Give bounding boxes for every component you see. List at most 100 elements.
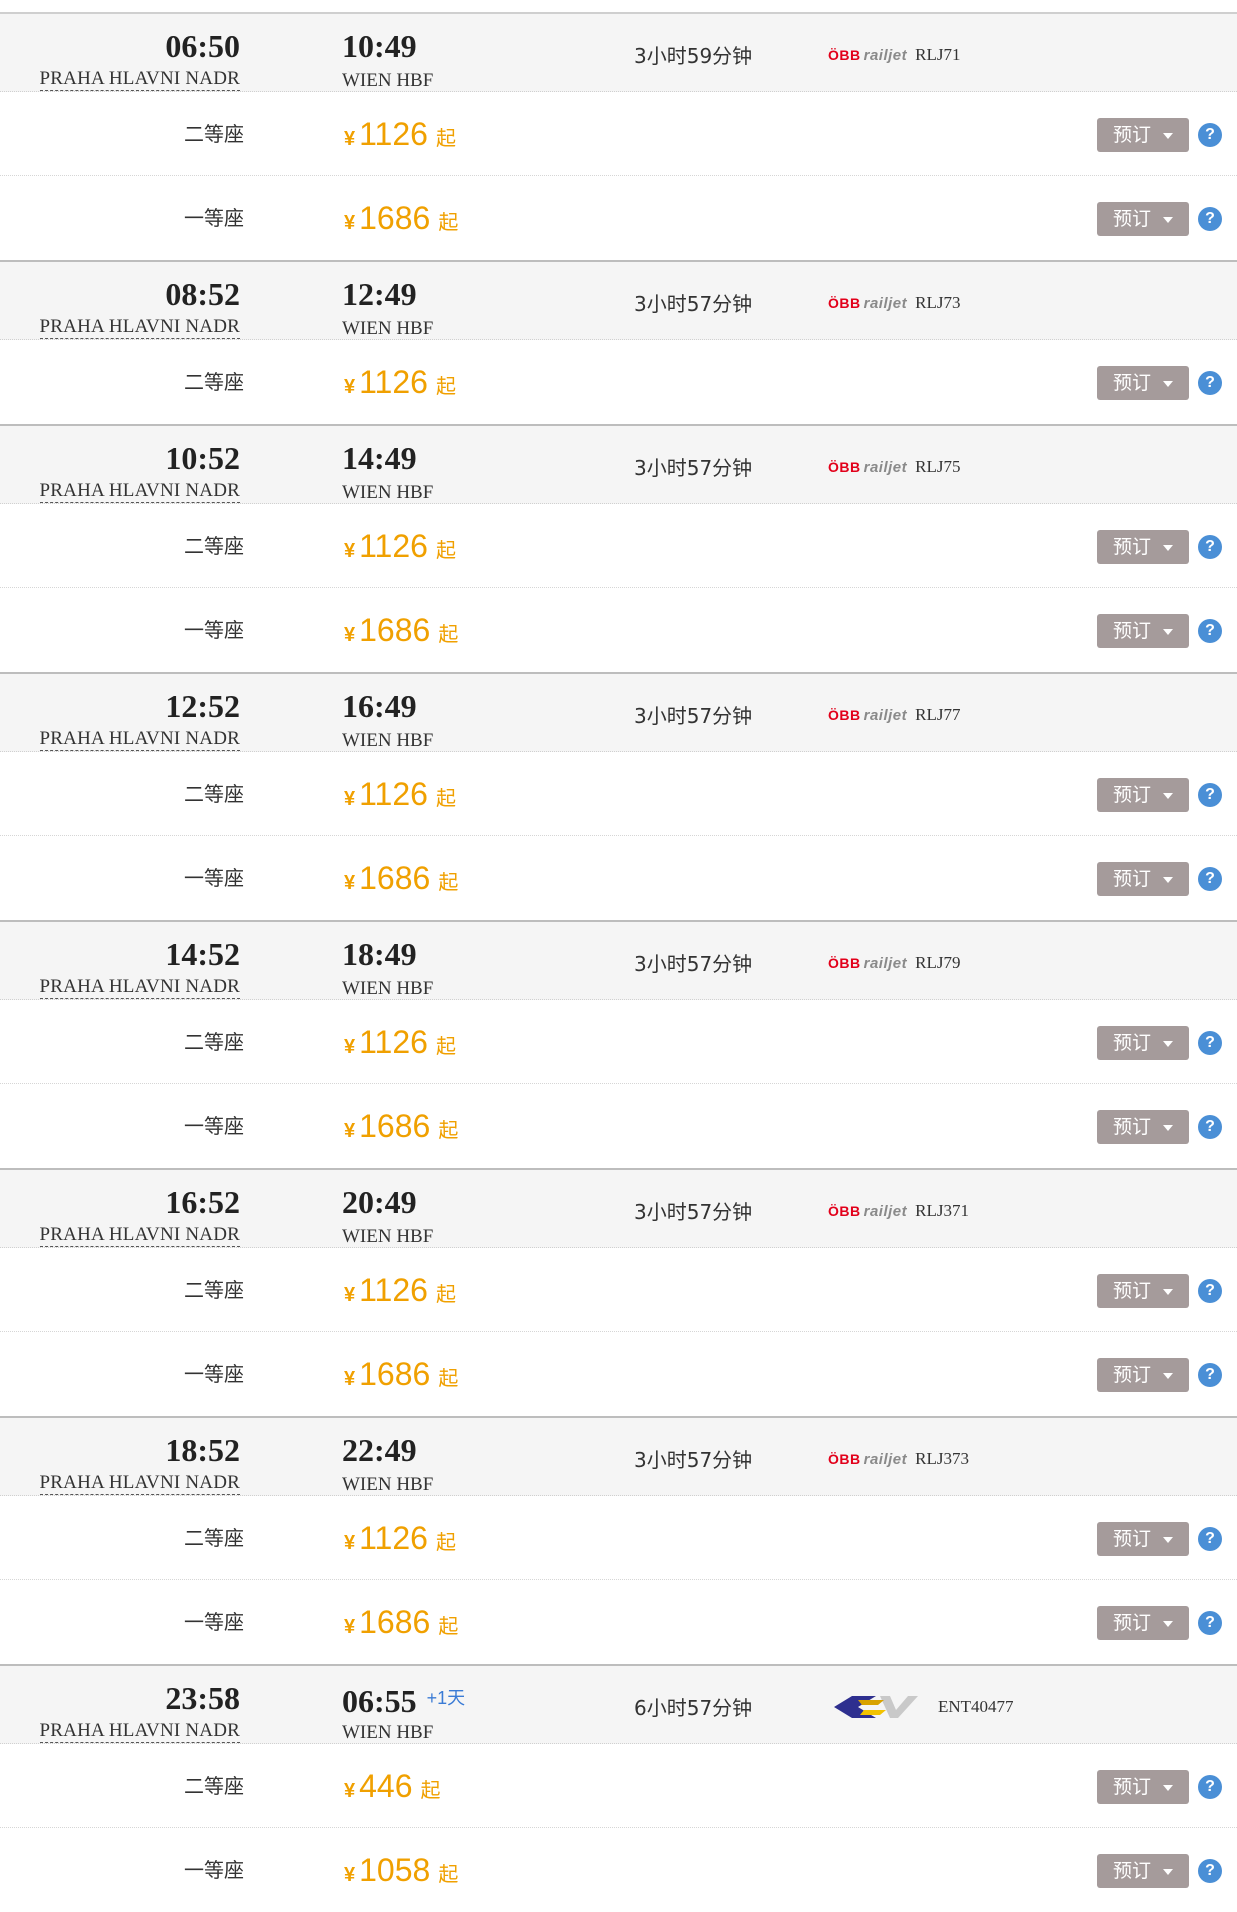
arrival-station: WIEN HBF — [342, 318, 434, 339]
currency-symbol: ¥ — [344, 212, 356, 234]
help-icon[interactable]: ? — [1198, 1859, 1222, 1883]
departure-station-link[interactable]: PRAHA HLAVNI NADR — [39, 976, 240, 999]
currency-symbol: ¥ — [344, 1368, 356, 1390]
seat-price: ¥1686 起 — [344, 1354, 458, 1401]
book-button[interactable]: 预订 — [1097, 1026, 1189, 1060]
book-button[interactable]: 预订 — [1097, 862, 1189, 896]
arrival-station: WIEN HBF — [342, 1474, 434, 1495]
caret-down-icon — [1163, 133, 1173, 139]
price-from-suffix: 起 — [435, 126, 456, 150]
seat-price: ¥1126 起 — [344, 1518, 456, 1565]
help-icon[interactable]: ? — [1198, 1611, 1222, 1635]
book-button[interactable]: 预订 — [1097, 1854, 1189, 1888]
trip-duration: 3小时57分钟 — [634, 292, 753, 316]
departure-time: 14:52 — [165, 936, 240, 972]
book-button[interactable]: 预订 — [1097, 366, 1189, 400]
help-icon[interactable]: ? — [1198, 535, 1222, 559]
book-button[interactable]: 预订 — [1097, 1522, 1189, 1556]
obb-railjet-logo-icon: ÖBB railjet — [828, 1203, 907, 1220]
book-button[interactable]: 预订 — [1097, 202, 1189, 236]
seat-price: ¥1686 起 — [344, 610, 458, 657]
price-amount: 1126 — [359, 1272, 428, 1308]
book-button[interactable]: 预订 — [1097, 778, 1189, 812]
caret-down-icon — [1163, 793, 1173, 799]
railjet-logo-text: railjet — [863, 294, 908, 312]
ent-operator-logo-icon — [834, 1696, 918, 1718]
help-icon[interactable]: ? — [1198, 1527, 1222, 1551]
book-button-label: 预订 — [1113, 208, 1152, 230]
price-from-suffix: 起 — [438, 1118, 459, 1142]
departure-station-link[interactable]: PRAHA HLAVNI NADR — [39, 728, 240, 751]
departure-station-link[interactable]: PRAHA HLAVNI NADR — [39, 1224, 240, 1247]
arrival-station: WIEN HBF — [342, 978, 434, 999]
seat-option-row: 二等座 ¥1126 起 预订? — [0, 1248, 1237, 1332]
help-icon[interactable]: ? — [1198, 1031, 1222, 1055]
train-header-row: 08:52 PRAHA HLAVNI NADR 12:49 WIEN HBF 3小时57… — [0, 260, 1237, 340]
help-icon[interactable]: ? — [1198, 1775, 1222, 1799]
currency-symbol: ¥ — [344, 788, 356, 810]
book-button[interactable]: 预订 — [1097, 530, 1189, 564]
operator-info: ÖBB railjet RLJ373 — [828, 1446, 969, 1472]
departure-station-link[interactable]: PRAHA HLAVNI NADR — [39, 1472, 240, 1495]
obb-logo-text: ÖBB — [828, 1203, 861, 1219]
railjet-logo-text: railjet — [863, 1202, 908, 1220]
seat-option-row: 一等座 ¥1686 起 预订? — [0, 588, 1237, 672]
book-button[interactable]: 预订 — [1097, 1606, 1189, 1640]
seat-price: ¥1126 起 — [344, 114, 456, 161]
arrival-time: 18:49 — [342, 936, 417, 972]
book-button[interactable]: 预订 — [1097, 1274, 1189, 1308]
help-icon[interactable]: ? — [1198, 207, 1222, 231]
seat-option-row: 一等座 ¥1686 起 预订? — [0, 1332, 1237, 1416]
seat-price: ¥1126 起 — [344, 1022, 456, 1069]
obb-logo-text: ÖBB — [828, 707, 861, 723]
arrival-time: 10:49 — [342, 28, 417, 64]
obb-logo-text: ÖBB — [828, 459, 861, 475]
seat-option-row: 二等座 ¥1126 起 预订? — [0, 1000, 1237, 1084]
book-button-label: 预订 — [1113, 1116, 1152, 1138]
currency-symbol: ¥ — [344, 1120, 356, 1142]
obb-railjet-logo-icon: ÖBB railjet — [828, 459, 907, 476]
seat-price: ¥1686 起 — [344, 1602, 458, 1649]
trip-duration: 3小时57分钟 — [634, 952, 753, 976]
arrival-time: 16:49 — [342, 688, 417, 724]
arrival-station: WIEN HBF — [342, 70, 434, 91]
departure-station: PRAHA HLAVNI NADR — [30, 1224, 240, 1247]
book-button[interactable]: 预订 — [1097, 1110, 1189, 1144]
operator-info: ÖBB railjet RLJ77 — [828, 702, 961, 728]
price-from-suffix: 起 — [438, 210, 459, 234]
departure-station-link[interactable]: PRAHA HLAVNI NADR — [39, 316, 240, 339]
arrival-time: 06:55 +1天 — [342, 1680, 465, 1719]
currency-symbol: ¥ — [344, 1284, 356, 1306]
seat-price: ¥1126 起 — [344, 526, 456, 573]
help-icon[interactable]: ? — [1198, 1363, 1222, 1387]
help-icon[interactable]: ? — [1198, 867, 1222, 891]
operator-info: ÖBB railjet RLJ71 — [828, 42, 961, 68]
price-from-suffix: 起 — [435, 374, 456, 398]
help-icon[interactable]: ? — [1198, 619, 1222, 643]
train-number: RLJ75 — [915, 457, 961, 476]
book-button[interactable]: 预订 — [1097, 118, 1189, 152]
book-button[interactable]: 预订 — [1097, 614, 1189, 648]
trip-duration: 3小时57分钟 — [634, 704, 753, 728]
operator-info: ÖBB railjet RLJ73 — [828, 290, 961, 316]
seat-option-row: 一等座 ¥1686 起 预订? — [0, 1580, 1237, 1664]
book-button-label: 预订 — [1113, 868, 1152, 890]
help-icon[interactable]: ? — [1198, 123, 1222, 147]
departure-station-link[interactable]: PRAHA HLAVNI NADR — [39, 480, 240, 503]
book-button[interactable]: 预订 — [1097, 1358, 1189, 1392]
train-number: RLJ371 — [915, 1201, 969, 1220]
price-amount: 1686 — [359, 1108, 431, 1144]
departure-station-link[interactable]: PRAHA HLAVNI NADR — [39, 1720, 240, 1743]
price-from-suffix: 起 — [438, 870, 459, 894]
book-button[interactable]: 预订 — [1097, 1770, 1189, 1804]
help-icon[interactable]: ? — [1198, 371, 1222, 395]
train-header-row: 06:50 PRAHA HLAVNI NADR 10:49 WIEN HBF 3小时59… — [0, 12, 1237, 92]
seat-option-row: 一等座 ¥1686 起 预订? — [0, 176, 1237, 260]
railjet-logo-text: railjet — [863, 458, 908, 476]
help-icon[interactable]: ? — [1198, 1279, 1222, 1303]
departure-station-link[interactable]: PRAHA HLAVNI NADR — [39, 68, 240, 91]
help-icon[interactable]: ? — [1198, 783, 1222, 807]
price-amount: 1126 — [359, 116, 428, 152]
help-icon[interactable]: ? — [1198, 1115, 1222, 1139]
arrival-time-value: 10:49 — [342, 28, 417, 64]
